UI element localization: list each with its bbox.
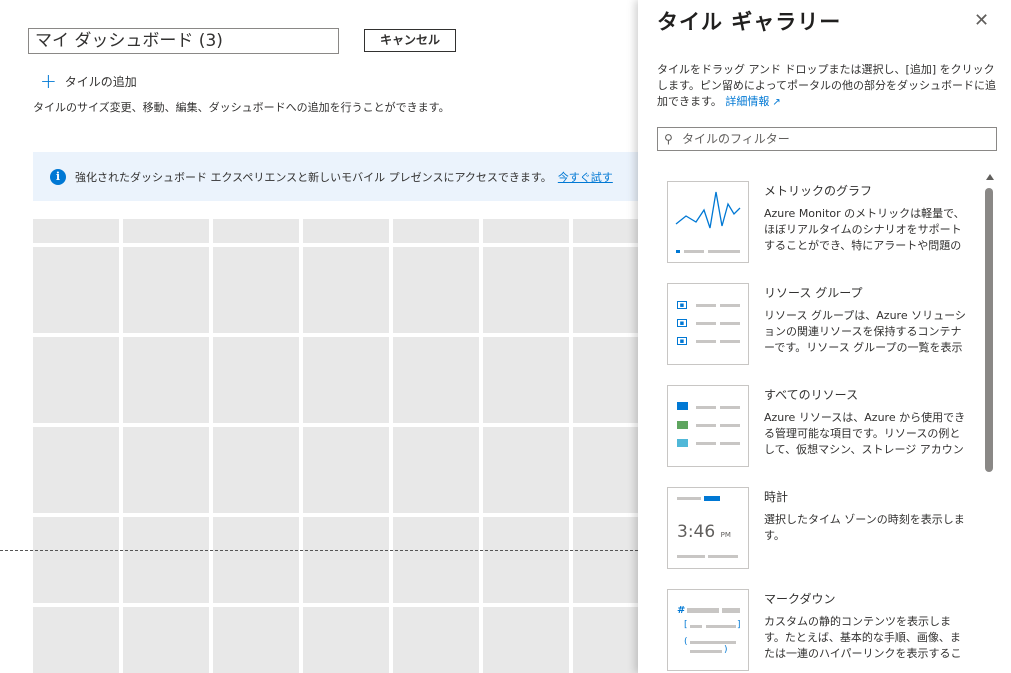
grid-cell[interactable] <box>33 219 119 243</box>
dashboard-name-input[interactable]: マイ ダッシュボード (3) <box>28 28 339 54</box>
add-tile-button[interactable]: + タイルの追加 <box>40 71 137 91</box>
external-link-icon: ↗ <box>772 97 781 108</box>
grid-cell[interactable] <box>393 337 479 423</box>
scroll-up-arrow-icon[interactable] <box>986 174 994 180</box>
gallery-tile-all-resources[interactable]: すべてのリソース Azure リソースは、Azure から使用できる管理可能な項… <box>667 385 977 469</box>
tile-name: すべてのリソース <box>764 388 859 402</box>
resource-group-icon: ▪ ▪ ▪ <box>667 283 749 365</box>
gallery-tile-markdown[interactable]: # [ ] ( ) マークダウン カスタムの静的コンテンツを表示します。たとえば… <box>667 589 977 673</box>
dashboard-grid[interactable] <box>33 219 638 673</box>
tile-description: 選択したタイム ゾーンの時刻を表示します。 <box>764 513 965 542</box>
panel-description-text: タイルをドラッグ アンド ドロップまたは選択し、[追加] をクリックします。ピン… <box>657 63 997 108</box>
tile-description: カスタムの静的コンテンツを表示します。たとえば、基本的な手順、画像、または一連の… <box>764 615 962 660</box>
grid-cell[interactable] <box>123 219 209 243</box>
grid-cell[interactable] <box>33 427 119 513</box>
grid-cell[interactable] <box>573 219 638 243</box>
tile-description: リソース グループは、Azure ソリューションの関連リソースを保持するコンテナ… <box>764 309 966 354</box>
grid-cell[interactable] <box>393 427 479 513</box>
gallery-tile-metrics-chart[interactable]: メトリックのグラフ Azure Monitor のメトリックは軽量で、ほぼリアル… <box>667 181 977 265</box>
tile-name: メトリックのグラフ <box>764 184 873 198</box>
help-text: タイルのサイズ変更、移動、編集、ダッシュボードへの追加を行うことができます。 <box>33 101 450 114</box>
scrollbar-thumb[interactable] <box>985 188 993 472</box>
tile-filter[interactable]: ⚲ <box>657 127 997 151</box>
search-icon: ⚲ <box>664 132 673 146</box>
grid-cell[interactable] <box>213 517 299 603</box>
grid-cell[interactable] <box>213 247 299 333</box>
grid-cell[interactable] <box>573 427 638 513</box>
tile-filter-input[interactable] <box>678 131 996 147</box>
grid-cell[interactable] <box>33 247 119 333</box>
info-icon: i <box>50 168 66 185</box>
grid-cell[interactable] <box>573 517 638 603</box>
grid-cell[interactable] <box>303 219 389 243</box>
info-banner: i 強化されたダッシュボード エクスペリエンスと新しいモバイル プレゼンスにアク… <box>33 152 638 201</box>
grid-cell[interactable] <box>213 427 299 513</box>
grid-cell[interactable] <box>213 219 299 243</box>
tile-description: Azure Monitor のメトリックは軽量で、ほぼリアルタイムのシナリオをサ… <box>764 207 965 252</box>
close-icon[interactable]: ✕ <box>974 12 989 30</box>
grid-cell[interactable] <box>393 607 479 673</box>
grid-cell[interactable] <box>33 517 119 603</box>
grid-cell[interactable] <box>483 337 569 423</box>
grid-cell[interactable] <box>483 517 569 603</box>
grid-cell[interactable] <box>303 517 389 603</box>
cancel-button[interactable]: キャンセル <box>364 29 456 52</box>
banner-text: 強化されたダッシュボード エクスペリエンスと新しいモバイル プレゼンスにアクセス… <box>75 170 552 184</box>
clock-time: 3:46 PM <box>677 522 731 542</box>
grid-cell[interactable] <box>483 247 569 333</box>
plus-icon: + <box>40 69 57 93</box>
grid-cell[interactable] <box>213 607 299 673</box>
gallery-tile-clock[interactable]: 3:46 PM 時計 選択したタイム ゾーンの時刻を表示します。 <box>667 487 977 571</box>
panel-description: タイルをドラッグ アンド ドロップまたは選択し、[追加] をクリックします。ピン… <box>657 62 1002 111</box>
fold-line <box>0 550 638 551</box>
grid-cell[interactable] <box>303 247 389 333</box>
grid-cell[interactable] <box>483 607 569 673</box>
grid-cell[interactable] <box>213 337 299 423</box>
grid-cell[interactable] <box>123 517 209 603</box>
tile-name: 時計 <box>764 490 789 504</box>
grid-cell[interactable] <box>573 607 638 673</box>
grid-cell[interactable] <box>123 247 209 333</box>
grid-cell[interactable] <box>573 247 638 333</box>
tile-name: マークダウン <box>764 592 836 606</box>
grid-cell[interactable] <box>303 607 389 673</box>
all-resources-icon <box>667 385 749 467</box>
grid-cell[interactable] <box>123 607 209 673</box>
tile-description: Azure リソースは、Azure から使用できる管理可能な項目です。リソースの… <box>764 411 966 456</box>
grid-cell[interactable] <box>303 337 389 423</box>
grid-cell[interactable] <box>393 517 479 603</box>
clock-icon: 3:46 PM <box>667 487 749 569</box>
panel-title: タイル ギャラリー <box>657 10 842 34</box>
grid-cell[interactable] <box>33 607 119 673</box>
try-now-link[interactable]: 今すぐ試す <box>558 169 613 185</box>
more-info-link[interactable]: 詳細情報 <box>725 95 769 108</box>
grid-cell[interactable] <box>393 247 479 333</box>
grid-cell[interactable] <box>123 427 209 513</box>
grid-cell[interactable] <box>393 219 479 243</box>
tile-gallery-panel: タイル ギャラリー ✕ タイルをドラッグ アンド ドロップまたは選択し、[追加]… <box>638 0 1011 673</box>
grid-cell[interactable] <box>573 337 638 423</box>
gallery-tile-resource-groups[interactable]: ▪ ▪ ▪ リソース グループ リソース グループは、Azure ソリューション… <box>667 283 977 367</box>
add-tile-label: タイルの追加 <box>64 74 137 89</box>
grid-cell[interactable] <box>483 219 569 243</box>
grid-cell[interactable] <box>33 337 119 423</box>
grid-cell[interactable] <box>123 337 209 423</box>
tile-name: リソース グループ <box>764 286 863 300</box>
line-chart-icon <box>667 181 749 263</box>
grid-cell[interactable] <box>303 427 389 513</box>
grid-cell[interactable] <box>483 427 569 513</box>
markdown-icon: # [ ] ( ) <box>667 589 749 671</box>
